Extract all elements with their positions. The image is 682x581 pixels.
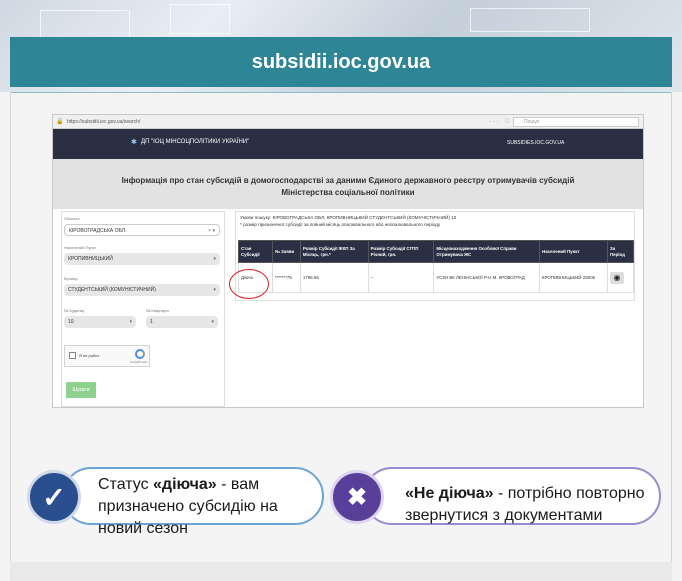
location-cell: УСЗН ВК ЛЕНІНСЬКОЇ Р-Н М. КРОВОГРАД (433, 262, 541, 293)
table-row: Діюча *******75 1796.56 -- УСЗН ВК ЛЕНІН… (238, 262, 635, 293)
region-select[interactable]: КІРОВОГРАДСЬКА ОБЛ. × ▾ (64, 224, 220, 236)
col-header: Місцезнаходження Особової Справи Отримув… (433, 240, 541, 263)
apt-select[interactable]: 1 ▾ (146, 316, 218, 328)
house-select[interactable]: 10 ▾ (64, 316, 136, 328)
recaptcha-icon (135, 349, 145, 359)
browser-search-input[interactable]: Пошук (513, 117, 639, 127)
page-title-line1: Інформація про стан субсидій в домогоспо… (121, 176, 575, 185)
site-logo-text[interactable]: ДП "ІОЦ МІНСОЦПОЛІТИКИ УКРАЇНИ" (141, 139, 249, 145)
footer-band (10, 562, 672, 581)
apt-value: 1 (150, 319, 153, 325)
application-number-cell: *******75 (271, 262, 301, 293)
active-status-card: Статус «діюча» - вам призначено субсидію… (62, 467, 324, 537)
card-text-bold: «діюча» (153, 476, 217, 493)
col-header: № Заяви (271, 240, 301, 263)
card-text-prefix: Статус (98, 476, 154, 493)
region-label: Область (64, 216, 80, 221)
col-header: За Період (606, 240, 635, 263)
city-label: Населений Пункт (64, 245, 97, 250)
street-select[interactable]: СТУДЕНТСЬКИЙ (КОМУНІСТИЧНИЙ) ▾ (64, 284, 220, 296)
amount-cell: 1796.56 (299, 262, 369, 293)
page-title-line2: Міністерства соціальної політики (281, 188, 415, 197)
lock-icon: 🔒 (56, 119, 64, 125)
eye-icon[interactable]: ◉ (609, 271, 624, 284)
apt-label: № Квартири (146, 308, 169, 313)
result-panel: Умови пошуку: КІРОВОГРАДСЬКА ОБЛ. КРОПИВ… (235, 211, 635, 301)
search-conditions: Умови пошуку: КІРОВОГРАДСЬКА ОБЛ. КРОПИВ… (240, 214, 632, 228)
close-icon: ✖ (330, 470, 384, 524)
table-header-row: Стан Субсидії № Заяви Розмір Субсидії ЖК… (238, 240, 635, 263)
banner-title-bar: subsidii.ioc.gov.ua (10, 37, 672, 87)
recaptcha[interactable]: Я не робот reCAPTCHA (64, 345, 150, 367)
col-header: Стан Субсидії (238, 240, 273, 263)
check-icon: ✓ (27, 470, 81, 524)
city-select[interactable]: КРОПИВНИЦЬКИЙ ▾ (64, 253, 220, 265)
clear-chevron-icon[interactable]: × ▾ (208, 225, 215, 237)
street-label: Вулиця (64, 276, 78, 281)
footnote-text: * розмір призначеної субсидії за повний … (240, 222, 441, 227)
chevron-down-icon: ▾ (129, 319, 132, 325)
house-value: 10 (68, 319, 74, 325)
address-bar[interactable]: 🔒 https://subsidii.ioc.gov.ua/search/ ··… (53, 115, 643, 129)
col-header: Розмір Субсидії СГПП Річний, грн. (367, 240, 435, 263)
page-title: Інформація про стан субсидій в домогоспо… (53, 175, 643, 199)
search-form: Область КІРОВОГРАДСЬКА ОБЛ. × ▾ Населени… (61, 211, 225, 407)
period-cell: ◉ (606, 262, 635, 293)
site-top-link[interactable]: SUBSIDIES.IOC.GOV.UA (507, 140, 564, 146)
captcha-label: Я не робот (79, 353, 100, 358)
active-status-text: Статус «діюча» - вам призначено субсидію… (98, 474, 313, 540)
logo-icon: ✱ (131, 139, 137, 146)
banner-decoration (170, 4, 230, 34)
card-text-bold: «Не діюча» (405, 485, 494, 502)
street-value: СТУДЕНТСЬКИЙ (КОМУНІСТИЧНИЙ) (68, 287, 156, 293)
chevron-down-icon: ▾ (213, 256, 216, 262)
top-banner: subsidii.ioc.gov.ua (0, 0, 682, 92)
city-value: КРОПИВНИЦЬКИЙ (68, 256, 113, 262)
inactive-status-card: «Не діюча» - потрібно повторно звернутис… (363, 467, 661, 525)
region-value: КІРОВОГРАДСЬКА ОБЛ. (69, 228, 127, 234)
col-header: Населений Пункт (539, 240, 608, 263)
status-highlight-circle (229, 269, 269, 299)
chevron-down-icon: ▾ (213, 287, 216, 293)
browser-screenshot: 🔒 https://subsidii.ioc.gov.ua/search/ ··… (52, 114, 644, 408)
divider (10, 92, 672, 93)
site-header: ✱ ДП "ІОЦ МІНСОЦПОЛІТИКИ УКРАЇНИ" SUBSID… (53, 129, 643, 159)
captcha-checkbox[interactable] (69, 352, 76, 359)
conditions-text: Умови пошуку: КІРОВОГРАДСЬКА ОБЛ. КРОПИВ… (240, 215, 457, 220)
banner-title: subsidii.ioc.gov.ua (251, 50, 431, 73)
chevron-down-icon: ▾ (211, 319, 214, 325)
col-header: Розмір Субсидії ЖКП За Місяць, грн.* (299, 240, 369, 263)
frame-right (671, 92, 672, 562)
inactive-status-text: «Не діюча» - потрібно повторно звернутис… (405, 483, 657, 527)
result-table: Стан Субсидії № Заяви Розмір Субсидії ЖК… (238, 240, 635, 293)
banner-decoration (470, 8, 590, 32)
city-cell: КРОПИВНИЦЬКИЙ-25006 (539, 262, 608, 293)
search-button[interactable]: Шукати (66, 382, 96, 398)
captcha-brand: reCAPTCHA (129, 360, 147, 364)
sgpp-cell: -- (367, 262, 435, 293)
url-text[interactable]: https://subsidii.ioc.gov.ua/search/ (67, 119, 140, 125)
house-label: № Будинку (64, 308, 85, 313)
frame-left (10, 92, 11, 562)
